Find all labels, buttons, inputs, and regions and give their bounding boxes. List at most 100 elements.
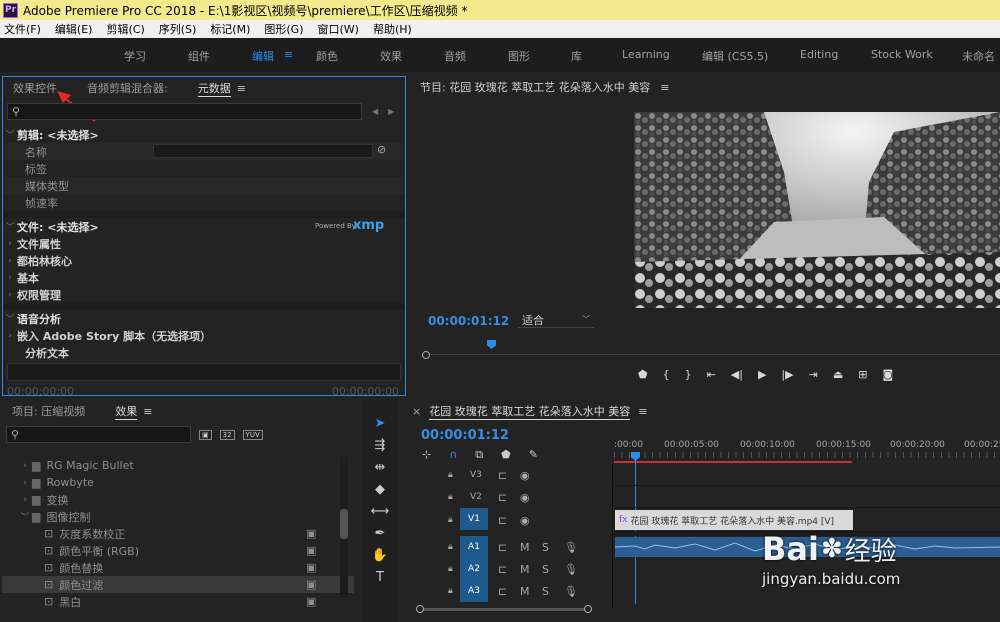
- collapse-icon[interactable]: ﹀: [3, 312, 17, 325]
- fit-dropdown[interactable]: 适合 ﹀: [518, 312, 594, 328]
- mic-icon[interactable]: 🎙︎: [564, 563, 578, 576]
- basic-item[interactable]: 基本: [17, 270, 39, 286]
- close-icon[interactable]: ×: [412, 405, 421, 418]
- lift-icon[interactable]: ⏏: [833, 368, 843, 381]
- mute-button[interactable]: M: [520, 563, 530, 576]
- mute-button[interactable]: M: [520, 541, 530, 554]
- speech-text-area[interactable]: [7, 363, 401, 381]
- play-icon[interactable]: ▶: [758, 368, 766, 381]
- type-tool-icon[interactable]: T: [376, 570, 384, 585]
- add-marker-icon[interactable]: ⬟: [501, 448, 511, 462]
- 32bit-badge[interactable]: 32: [219, 429, 235, 440]
- workspace-editing-en[interactable]: Editing: [800, 48, 838, 61]
- workspace-editing[interactable]: 编辑: [252, 48, 274, 64]
- hand-icon[interactable]: ✋: [372, 548, 388, 563]
- prev-arrow-icon[interactable]: ◀: [372, 107, 378, 116]
- embed-story-item[interactable]: 嵌入 Adobe Story 脚本（无选择项）: [17, 328, 211, 344]
- slip-icon[interactable]: ⟷: [371, 504, 390, 519]
- menu-graphics[interactable]: 图形(G): [264, 21, 303, 37]
- menu-window[interactable]: 窗口(W): [318, 21, 359, 37]
- solo-button[interactable]: S: [542, 563, 549, 576]
- tab-effects[interactable]: 效果: [115, 403, 138, 420]
- time-ruler[interactable]: :00:00 00:00:05:00 00:00:10:00 00:00:15:…: [614, 438, 1000, 466]
- timeline-zoom-bar[interactable]: [420, 608, 592, 611]
- workspace-assembly[interactable]: 组件: [188, 48, 210, 64]
- menu-clip[interactable]: 剪辑(C): [106, 21, 144, 37]
- add-marker-icon[interactable]: ⬟: [638, 368, 648, 381]
- mark-out-icon[interactable]: }: [685, 368, 692, 381]
- panel-menu-icon[interactable]: ≡: [237, 82, 246, 95]
- tab-project[interactable]: 项目: 压缩视频: [12, 403, 85, 419]
- selection-tool-icon[interactable]: ➤: [375, 416, 386, 431]
- workspace-editing-cs55[interactable]: 编辑 (CS5.5): [702, 48, 768, 64]
- workspace-audio[interactable]: 音频: [444, 48, 466, 64]
- zoom-handle-left[interactable]: [416, 605, 424, 613]
- tab-metadata[interactable]: 元数据: [197, 80, 231, 97]
- extract-icon[interactable]: ⊞: [858, 368, 867, 381]
- linked-selection-icon[interactable]: ⧉: [475, 448, 483, 462]
- menu-sequence[interactable]: 序列(S): [159, 21, 197, 37]
- timeline-title[interactable]: 花园 玫瑰花 萃取工艺 花朵落入水中 美容: [429, 403, 631, 420]
- camera-icon[interactable]: ◙: [882, 368, 893, 381]
- timeline-timecode[interactable]: 00:00:01:12: [421, 428, 509, 443]
- dublin-core-item[interactable]: 都柏林核心: [17, 253, 72, 269]
- mute-button[interactable]: M: [520, 585, 530, 598]
- track-a3-label[interactable]: A3: [460, 580, 488, 602]
- go-to-in-icon[interactable]: ⇤: [707, 368, 716, 381]
- rights-management-item[interactable]: 权限管理: [17, 287, 61, 303]
- solo-button[interactable]: S: [542, 541, 549, 554]
- wrench-icon[interactable]: ✎: [529, 448, 538, 462]
- metadata-search-input[interactable]: ⚲: [7, 103, 362, 120]
- effect-color-pass[interactable]: 颜色过滤: [59, 577, 103, 593]
- collapse-icon[interactable]: ﹀: [3, 220, 17, 233]
- name-input[interactable]: [153, 144, 373, 158]
- work-area-bar[interactable]: [614, 461, 852, 463]
- workspace-learning-en[interactable]: Learning: [622, 48, 670, 61]
- solo-button[interactable]: S: [542, 585, 549, 598]
- next-arrow-icon[interactable]: ▶: [388, 107, 394, 116]
- effect-color-replace[interactable]: 颜色替换: [59, 560, 103, 576]
- snap-icon[interactable]: ∩: [449, 448, 457, 462]
- workspace-libraries[interactable]: 库: [571, 48, 582, 64]
- track-v3-label[interactable]: V3: [470, 470, 482, 480]
- file-properties-item[interactable]: 文件属性: [17, 236, 61, 252]
- effect-color-balance[interactable]: 颜色平衡 (RGB): [59, 543, 139, 559]
- yuv-badge[interactable]: YUV: [242, 429, 263, 440]
- timeline-menu-icon[interactable]: ≡: [638, 405, 647, 418]
- workspace-untitled[interactable]: 未命名: [962, 48, 995, 64]
- workspace-color[interactable]: 颜色: [316, 48, 338, 64]
- accelerated-effects-icon[interactable]: ▣: [199, 429, 212, 440]
- effects-search-input[interactable]: ⚲: [6, 426, 191, 443]
- zoom-handle-right[interactable]: [584, 605, 592, 613]
- mic-icon[interactable]: 🎙︎: [564, 541, 578, 554]
- workspace-effects[interactable]: 效果: [380, 48, 402, 64]
- effect-gamma[interactable]: 灰度系数校正: [59, 526, 125, 542]
- track-v1-label[interactable]: V1: [460, 508, 488, 530]
- menu-edit[interactable]: 编辑(E): [55, 21, 93, 37]
- pen-icon[interactable]: ✒: [375, 526, 386, 541]
- effects-menu-icon[interactable]: ≡: [143, 405, 152, 418]
- analyze-text-label[interactable]: 分析文本: [25, 345, 69, 361]
- playhead-icon[interactable]: [487, 340, 496, 349]
- folder-rg-magic-bullet[interactable]: RG Magic Bullet: [46, 459, 133, 472]
- workspace-stock-work[interactable]: Stock Work: [871, 48, 933, 61]
- mic-icon[interactable]: 🎙︎: [564, 585, 578, 598]
- track-a2-label[interactable]: A2: [460, 558, 488, 580]
- link-broken-icon[interactable]: ⊘: [377, 143, 386, 156]
- collapse-icon[interactable]: ﹀: [3, 128, 17, 141]
- razor-icon[interactable]: ◆: [375, 482, 385, 497]
- program-timecode[interactable]: 00:00:01:12: [428, 314, 509, 328]
- menu-help[interactable]: 帮助(H): [373, 21, 412, 37]
- menu-marker[interactable]: 标记(M): [210, 21, 250, 37]
- track-select-icon[interactable]: ⇶: [375, 438, 386, 453]
- scrubber-start-handle[interactable]: [422, 351, 430, 359]
- ripple-edit-icon[interactable]: ⇹: [375, 460, 386, 475]
- folder-image-control[interactable]: 图像控制: [46, 509, 90, 525]
- scrubber-track[interactable]: [424, 354, 1000, 355]
- folder-rowbyte[interactable]: Rowbyte: [46, 476, 93, 489]
- go-to-out-icon[interactable]: ⇥: [809, 368, 818, 381]
- video-clip[interactable]: fx 花园 玫瑰花 萃取工艺 花朵落入水中 美容.mp4 [V]: [615, 510, 853, 530]
- workspace-menu-icon[interactable]: ≡: [284, 48, 293, 61]
- nest-icon[interactable]: ⊹: [422, 448, 431, 462]
- effects-scrollbar[interactable]: [340, 457, 348, 597]
